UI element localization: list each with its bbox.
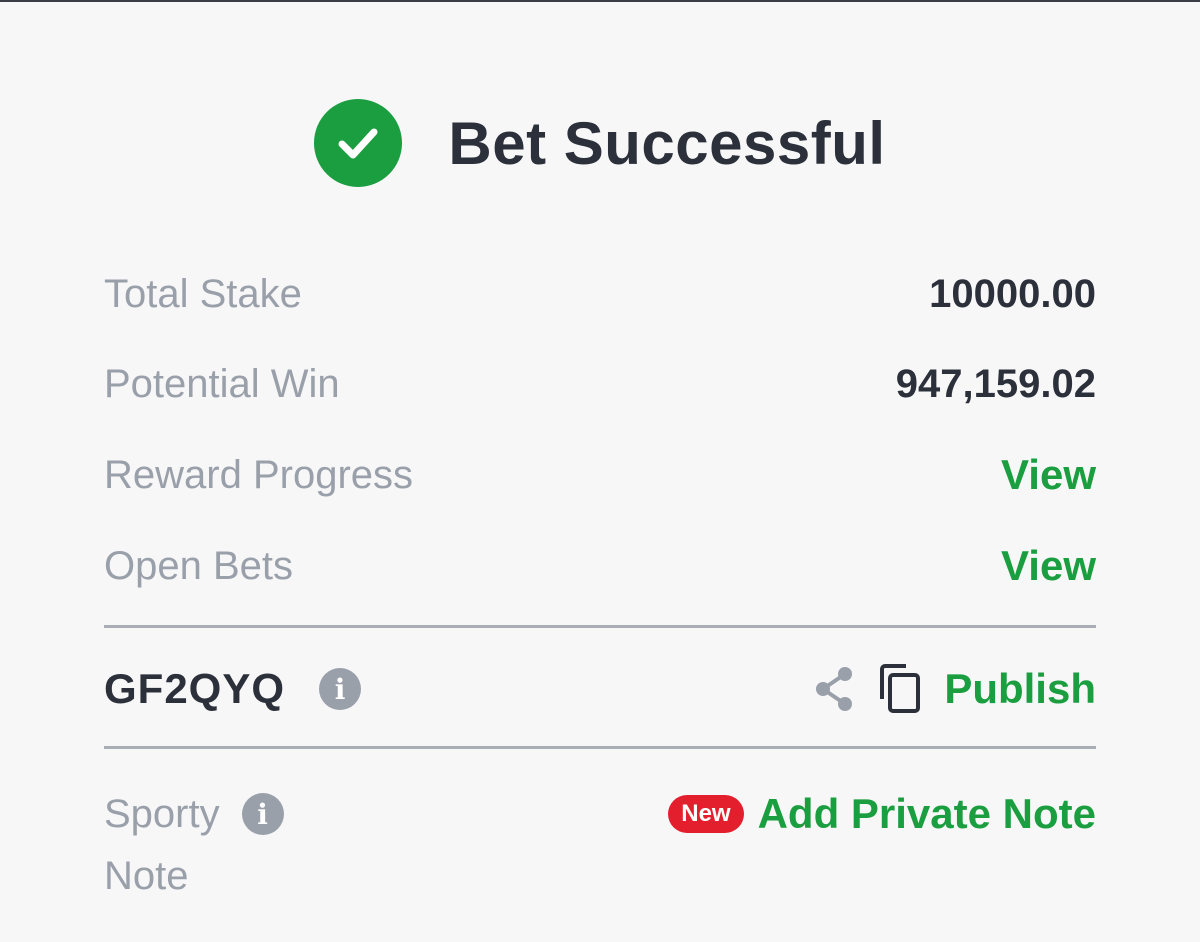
reward-progress-view-link[interactable]: View xyxy=(1001,451,1096,499)
page-title: Bet Successful xyxy=(448,109,886,177)
divider xyxy=(104,625,1096,628)
booking-code-row: GF2QYQ i Publish xyxy=(104,658,1096,720)
success-header: Bet Successful xyxy=(0,95,1200,191)
sporty-note-label: Sporty i Note xyxy=(104,786,364,904)
check-circle-icon xyxy=(314,99,403,187)
open-bets-label: Open Bets xyxy=(104,543,294,588)
open-bets-row: Open Bets View xyxy=(104,538,1096,594)
note-label-line2: Note xyxy=(104,853,189,898)
top-divider xyxy=(0,0,1200,2)
total-stake-label: Total Stake xyxy=(104,271,302,316)
share-icon[interactable] xyxy=(812,665,856,713)
potential-win-value: 947,159.02 xyxy=(895,361,1096,406)
reward-progress-label: Reward Progress xyxy=(104,452,414,497)
open-bets-view-link[interactable]: View xyxy=(1001,542,1096,590)
copy-icon[interactable] xyxy=(876,663,924,715)
potential-win-row: Potential Win 947,159.02 xyxy=(104,356,1096,412)
note-label-line1: Sporty xyxy=(104,791,220,836)
publish-link[interactable]: Publish xyxy=(944,665,1096,713)
reward-progress-row: Reward Progress View xyxy=(104,447,1096,503)
potential-win-label: Potential Win xyxy=(104,361,340,406)
divider xyxy=(104,746,1096,749)
add-private-note-group: New Add Private Note xyxy=(668,786,1096,842)
new-badge: New xyxy=(668,795,744,833)
total-stake-value: 10000.00 xyxy=(929,271,1096,316)
info-icon[interactable]: i xyxy=(241,793,284,835)
add-private-note-link[interactable]: Add Private Note xyxy=(758,790,1096,838)
info-icon[interactable]: i xyxy=(319,668,362,710)
total-stake-row: Total Stake 10000.00 xyxy=(104,266,1096,322)
booking-code: GF2QYQ xyxy=(104,665,286,712)
